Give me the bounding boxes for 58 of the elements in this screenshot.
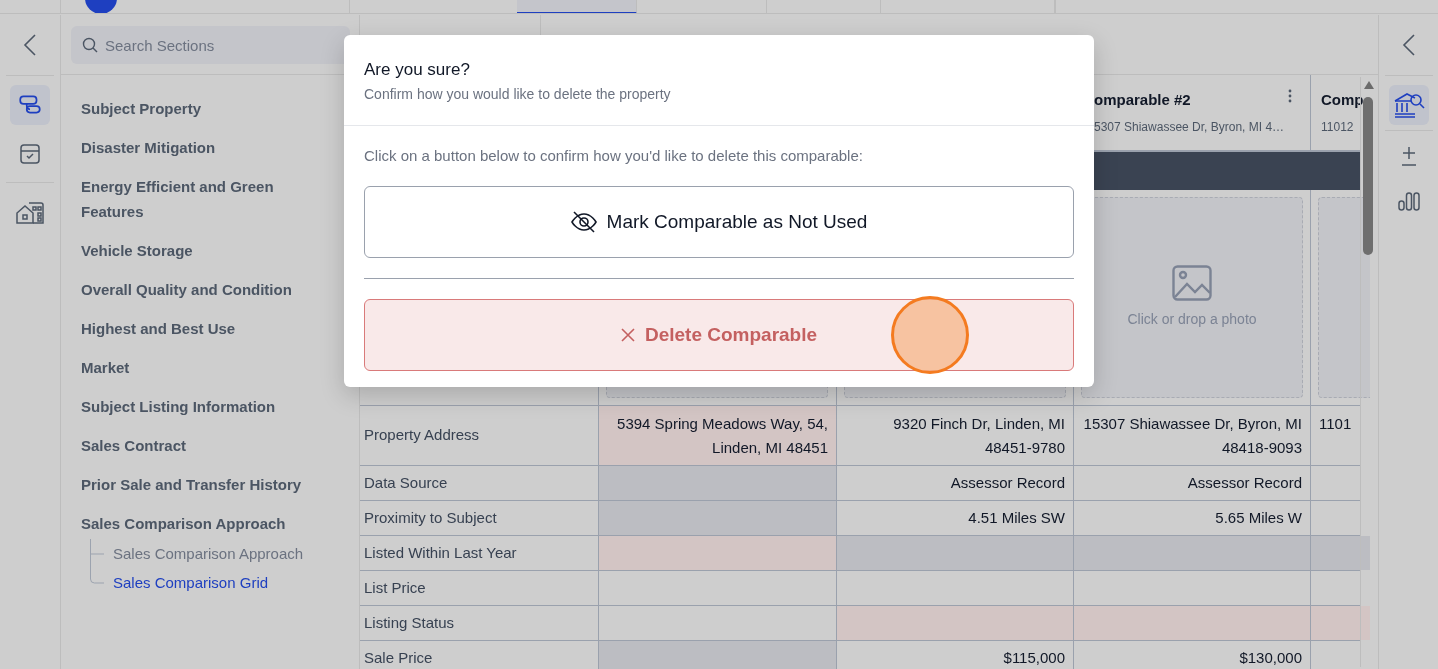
table-cell: 9320 Finch Dr, Linden, MI 48451-9780 (836, 406, 1073, 465)
table-cell: Assessor Record (836, 466, 1073, 500)
table-cell: 5.65 Miles W (1073, 501, 1310, 535)
scrollbar-thumb[interactable] (1363, 97, 1373, 255)
sidebar-item[interactable]: Energy Efficient and Green Features (81, 174, 321, 224)
row-label: Property Address (363, 425, 481, 446)
checked-box-icon (18, 142, 42, 166)
dialog-title: Are you sure? (364, 59, 471, 81)
sidebar-item[interactable]: Overall Quality and Condition (81, 277, 321, 302)
column-address: 11012 (1321, 118, 1355, 136)
table-cell: 15307 Shiawassee Dr, Byron, MI 48418-9093 (1073, 406, 1310, 465)
row-label: Listed Within Last Year (363, 542, 518, 563)
column-address: 5307 Shiawassee Dr, Byron, MI 4… (1094, 118, 1286, 136)
row-label: Proximity to Subject (363, 507, 498, 528)
sidebar-item[interactable]: Sales Comparison Approach (81, 511, 321, 536)
row-label: Sale Price (363, 647, 434, 668)
table-cell: 4.51 Miles SW (836, 501, 1073, 535)
sidebar-item[interactable]: Prior Sale and Transfer History (81, 472, 321, 497)
sidebar-subitem[interactable]: Sales Comparison Approach (113, 539, 359, 568)
rail-button[interactable] (10, 85, 50, 125)
bank-search-icon (1392, 91, 1425, 119)
table-cell: $115,000 (836, 641, 1073, 669)
eye-off-icon (570, 211, 597, 233)
dialog-subtitle: Confirm how you would like to delete the property (364, 85, 672, 104)
close-icon (620, 328, 635, 342)
rail-button[interactable] (1388, 85, 1429, 125)
chevron-left-icon (23, 34, 37, 56)
sidebar-item[interactable]: Sales Contract (81, 433, 321, 458)
search-icon (82, 37, 98, 53)
sidebar-item[interactable]: Disaster Mitigation (81, 135, 321, 160)
tree-lines (90, 539, 106, 587)
sidebar-item[interactable]: Subject Property (81, 96, 321, 121)
buildings-icon (15, 199, 45, 225)
table-cell: 5394 Spring Meadows Way, 54, Linden, MI 48451 (598, 406, 836, 465)
sidebar-item[interactable]: Market (81, 355, 321, 380)
mark-not-used-button[interactable]: Mark Comparable as Not Used (364, 186, 1074, 258)
sidebar-item[interactable]: Vehicle Storage (81, 238, 321, 263)
table-cell: 1101 (1310, 406, 1370, 465)
row-label: List Price (363, 577, 427, 598)
dialog-prompt: Click on a button below to confirm how you'd like to delete this comparable: (364, 146, 864, 166)
scroll-up-icon[interactable] (1363, 80, 1375, 90)
bar-chart-icon (1397, 190, 1420, 212)
more-icon[interactable] (1288, 89, 1292, 103)
sidebar-subitem[interactable]: Sales Comparison Grid (113, 568, 359, 597)
search-field[interactable]: Search Sections (71, 26, 350, 64)
sidebar-item[interactable]: Subject Listing Information (81, 394, 321, 419)
photo-prompt: Click or drop a photo (1127, 310, 1257, 329)
column-title: Comp (1321, 90, 1364, 110)
table-cell: Assessor Record (1073, 466, 1310, 500)
column-title: omparable #2 (1094, 90, 1191, 110)
top-tab[interactable] (517, 0, 637, 13)
delete-button[interactable]: Delete Comparable (364, 299, 1074, 371)
table-cell: $130,000 (1073, 641, 1310, 669)
row-label: Data Source (363, 472, 449, 493)
row-label: Listing Status (363, 612, 456, 633)
image-icon (1172, 265, 1212, 301)
chevron-left-icon (1401, 34, 1416, 56)
sidebar-item[interactable]: Highest and Best Use (81, 316, 321, 341)
